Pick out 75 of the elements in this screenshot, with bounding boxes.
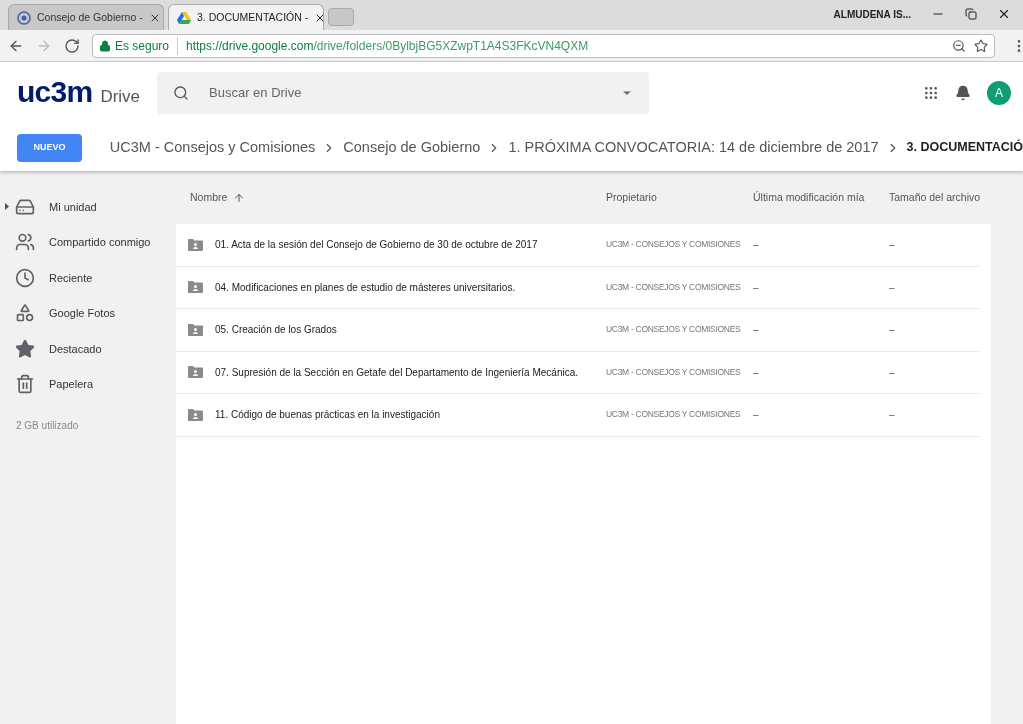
restore-icon[interactable]: [965, 8, 977, 20]
sidebar-item[interactable]: Reciente: [0, 260, 176, 296]
notification-icon[interactable]: [955, 85, 971, 101]
address-bar[interactable]: Es seguro https://drive.google.com/drive/folders/0BylbjBG5XZwpT1A4S3FKcVN4QXM: [92, 33, 995, 58]
modified-cell-text: –: [753, 238, 760, 253]
modified-cell-text: –: [753, 365, 760, 380]
file-row[interactable]: 05. Creación de los Grados UC3M - CONSEJOS Y COMISIONES – –: [176, 309, 980, 352]
search-icon: [173, 85, 189, 101]
shared-folder-icon: [188, 366, 203, 379]
breadcrumb-item[interactable]: 3. DOCUMENTACIÓ: [906, 138, 1023, 157]
file-name: 04. Modificaciones en planes de estudio de másteres universitarios.: [215, 280, 516, 295]
zoom-icon[interactable]: [952, 38, 966, 53]
star-icon: [14, 338, 35, 359]
file-name: 07. Supresión de la Sección en Getafe del Departamento de Ingeniería Mecánica.: [215, 365, 578, 380]
modified-cell-text: –: [753, 280, 760, 295]
breadcrumb-item[interactable]: Consejo de Gobierno: [343, 136, 481, 159]
tab-title: 3. DOCUMENTACIÓN -: [197, 9, 309, 25]
lock-icon: [99, 39, 111, 52]
breadcrumb-item[interactable]: 1. PRÓXIMA CONVOCATORIA: 14 de diciembre de 2017: [508, 136, 879, 159]
size-cell-text: –: [889, 408, 895, 423]
owner-cell-text: UC3M - CONSEJOS Y COMISIONES: [606, 323, 742, 337]
column-header[interactable]: Nombre: [190, 189, 228, 206]
shared-folder-icon: [188, 238, 203, 251]
secure-label: Es seguro: [115, 36, 179, 55]
profile-name[interactable]: ALMUDENA IS...: [833, 6, 911, 22]
breadcrumb-item[interactable]: UC3M - Consejos y Comisiones: [109, 136, 316, 159]
trash-icon: [14, 374, 35, 395]
sidebar-item[interactable]: Google Fotos: [0, 295, 176, 331]
apps-grid-icon[interactable]: [923, 85, 939, 101]
sidebar-item[interactable]: Papelera: [0, 366, 176, 402]
search-placeholder: Buscar en Drive: [209, 84, 303, 103]
size-cell-text: –: [889, 323, 895, 338]
crest-icon: [17, 10, 31, 25]
storage-usage: 2 GB utilizado: [15, 419, 80, 433]
tab-title: Consejo de Gobierno -: [37, 9, 143, 25]
file-name: 05. Creación de los Grados: [215, 323, 337, 338]
column-header[interactable]: Propietario: [606, 189, 753, 206]
drive-logo-icon: [177, 11, 191, 24]
shared-folder-icon: [188, 323, 203, 336]
clock-icon: [14, 267, 35, 288]
shared-folder-icon: [188, 281, 203, 294]
sidebar-item[interactable]: Compartido conmigo: [0, 224, 176, 260]
file-row[interactable]: 01. Acta de la sesión del Consejo de Gobierno de 30 de octubre de 2017 UC3M - CONSEJOS Y COMISIONES – –: [176, 224, 980, 267]
file-row[interactable]: 07. Supresión de la Sección en Getafe del Departamento de Ingeniería Mecánica. UC3M - CONSEJOS Y COMISIONES – –: [176, 351, 980, 394]
modified-cell-text: –: [753, 323, 760, 338]
column-header[interactable]: Tamaño del archivo: [889, 189, 981, 206]
reload-icon[interactable]: [64, 37, 80, 54]
modified-cell-text: –: [753, 408, 760, 423]
people-icon: [14, 232, 35, 253]
bookmark-star-icon[interactable]: [974, 38, 988, 53]
url-text: https://drive.google.com/drive/folders/0BylbjBG5XZwpT1A4S3FKcVN4QXM: [186, 37, 589, 55]
browser-tab[interactable]: Consejo de Gobierno -: [8, 4, 164, 30]
size-cell-text: –: [889, 238, 895, 253]
size-cell-text: –: [889, 280, 895, 295]
logo: uc3m: [17, 76, 93, 107]
file-row[interactable]: 11. Código de buenas prácticas en la investigación UC3M - CONSEJOS Y COMISIONES – –: [176, 394, 980, 437]
size-cell-text: –: [889, 365, 895, 380]
new-button[interactable]: NUEVO: [17, 133, 82, 162]
file-name: 01. Acta de la sesión del Consejo de Gobierno de 30 de octubre de 2017: [215, 238, 538, 253]
file-name: 11. Código de buenas prácticas en la investigación: [215, 408, 440, 423]
owner-cell-text: UC3M - CONSEJOS Y COMISIONES: [606, 408, 742, 422]
file-row[interactable]: 04. Modificaciones en planes de estudio de másteres universitarios. UC3M - CONSEJOS Y COMISIONES – –: [176, 266, 980, 309]
sidebar-item[interactable]: Mi unidad: [0, 189, 176, 225]
owner-cell-text: UC3M - CONSEJOS Y COMISIONES: [606, 238, 742, 252]
column-header[interactable]: Última modificación mía: [753, 189, 889, 206]
sidebar-item[interactable]: Destacado: [0, 331, 176, 367]
browser-tab[interactable]: 3. DOCUMENTACIÓN -: [168, 4, 324, 30]
owner-cell-text: UC3M - CONSEJOS Y COMISIONES: [606, 280, 742, 294]
shared-folder-icon: [188, 408, 203, 421]
product-name: Drive: [100, 85, 141, 108]
owner-cell-text: UC3M - CONSEJOS Y COMISIONES: [606, 365, 742, 379]
close-icon[interactable]: [997, 7, 1011, 21]
expand-arrow-icon[interactable]: [5, 203, 9, 211]
shapes-icon: [14, 303, 35, 324]
search-field[interactable]: Buscar en Drive: [157, 72, 649, 114]
